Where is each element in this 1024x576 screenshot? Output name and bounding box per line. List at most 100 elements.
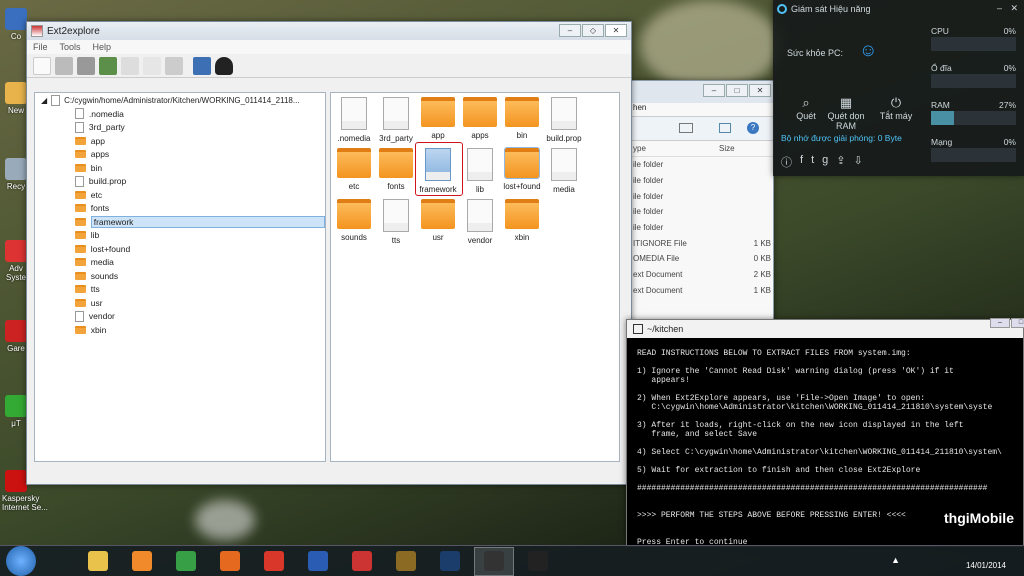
new-file-icon[interactable] xyxy=(33,57,51,75)
view-options-icon[interactable] xyxy=(679,123,693,133)
twitter-icon[interactable]: t xyxy=(811,154,814,170)
tree-item-sounds[interactable]: sounds xyxy=(35,269,325,283)
file-explorer-window[interactable]: – □ ✕ hen ? ype Size ile folder ile folde… xyxy=(630,80,774,322)
tree-item-3rdparty[interactable]: 3rd_party xyxy=(35,121,325,135)
file-item[interactable]: etc xyxy=(333,146,375,197)
table-row[interactable]: ile folder xyxy=(631,173,773,189)
properties-icon[interactable] xyxy=(193,57,211,75)
tree-item-tts[interactable]: tts xyxy=(35,283,325,297)
explorer-address-bar[interactable]: hen xyxy=(631,103,773,117)
tree-item-etc[interactable]: etc xyxy=(35,188,325,202)
table-row[interactable]: ile folder xyxy=(631,157,773,173)
terminal-titlebar[interactable]: ~/kitchen xyxy=(627,320,1023,338)
close-button[interactable]: ✕ xyxy=(749,84,771,97)
ext2explore-titlebar[interactable]: Ext2explore – ◇ ✕ xyxy=(27,22,631,40)
file-item[interactable]: 3rd_party xyxy=(375,95,417,146)
taskbar-app[interactable] xyxy=(518,547,558,576)
table-row[interactable]: ile folder xyxy=(631,188,773,204)
file-item[interactable]: .nomedia xyxy=(333,95,375,146)
taskbar-app[interactable] xyxy=(122,547,162,576)
tree-item-vendor[interactable]: vendor xyxy=(35,310,325,324)
tree-item-fonts[interactable]: fonts xyxy=(35,202,325,216)
tree-item-media[interactable]: media xyxy=(35,256,325,270)
tree-item-nomedia[interactable]: .nomedia xyxy=(35,107,325,121)
file-item[interactable]: lib xyxy=(459,146,501,197)
file-item[interactable]: media xyxy=(543,146,585,197)
file-item[interactable]: xbin xyxy=(501,197,543,248)
type-column-header[interactable]: ype xyxy=(633,144,719,153)
ext2explore-window[interactable]: Ext2explore – ◇ ✕ File Tools Help ◢ C:/cyg… xyxy=(26,21,632,485)
tree-item-buildprop[interactable]: build.prop xyxy=(35,175,325,189)
taskbar-app[interactable] xyxy=(474,546,514,576)
system-date[interactable]: 14/01/2014 xyxy=(966,561,1006,570)
file-item[interactable]: bin xyxy=(501,95,543,146)
file-item[interactable]: framework xyxy=(415,142,463,197)
tree-item-app[interactable]: app xyxy=(35,134,325,148)
copy-icon[interactable] xyxy=(143,57,161,75)
close-button[interactable]: ✕ xyxy=(605,24,627,37)
minimize-button[interactable]: – xyxy=(703,84,725,97)
file-item[interactable]: fonts xyxy=(375,146,417,197)
table-row[interactable]: ITIGNORE File 1 KB xyxy=(631,235,773,251)
taskbar-app[interactable] xyxy=(342,547,382,576)
help-icon[interactable]: ? xyxy=(747,122,759,134)
tree-item-xbin[interactable]: xbin xyxy=(35,323,325,337)
taskbar-app[interactable] xyxy=(166,547,206,576)
table-row[interactable]: ile folder xyxy=(631,204,773,220)
tree-item-framework[interactable]: framework xyxy=(35,215,325,229)
linux-tux-icon[interactable] xyxy=(215,57,233,75)
taskbar-app[interactable] xyxy=(430,547,470,576)
tree-item-lib[interactable]: lib xyxy=(35,229,325,243)
tree-item-apps[interactable]: apps xyxy=(35,148,325,162)
tree-root[interactable]: ◢ C:/cygwin/home/Administrator/Kitchen/W… xyxy=(35,93,325,107)
menu-help[interactable]: Help xyxy=(93,42,112,52)
size-column-header[interactable]: Size xyxy=(719,144,735,153)
perf-action-2[interactable]: ⏻ Tắt máy xyxy=(873,95,919,121)
open-disk-icon[interactable] xyxy=(55,57,73,75)
file-item[interactable]: sounds xyxy=(333,197,375,248)
taskbar-app[interactable] xyxy=(298,547,338,576)
google-plus-icon[interactable]: g xyxy=(822,154,828,170)
expand-arrow-icon[interactable]: ◢ xyxy=(41,96,47,105)
minimize-button[interactable]: – xyxy=(559,24,581,37)
minimize-icon[interactable]: – xyxy=(997,3,1002,13)
folder-tree-pane[interactable]: ◢ C:/cygwin/home/Administrator/Kitchen/W… xyxy=(34,92,326,462)
maximize-button[interactable]: ◇ xyxy=(582,24,604,37)
database-icon[interactable] xyxy=(77,57,95,75)
file-view-pane[interactable]: .nomedia 3rd_party app apps bin build.prop etc… xyxy=(330,92,620,462)
file-item[interactable]: build.prop xyxy=(543,95,585,146)
cut-icon[interactable] xyxy=(121,57,139,75)
file-item[interactable]: vendor xyxy=(459,197,501,248)
minimize-button[interactable]: – xyxy=(990,318,1010,328)
taskbar-app[interactable] xyxy=(78,547,118,576)
taskbar-app[interactable] xyxy=(210,547,250,576)
preview-pane-icon[interactable] xyxy=(719,123,731,133)
show-hidden-icons-icon[interactable]: ▲ xyxy=(891,555,900,565)
paste-icon[interactable] xyxy=(165,57,183,75)
taskbar-app[interactable] xyxy=(254,547,294,576)
tree-item-bin[interactable]: bin xyxy=(35,161,325,175)
taskbar-app[interactable] xyxy=(386,547,426,576)
table-row[interactable]: ext Document 2 KB xyxy=(631,267,773,283)
info-icon[interactable]: ⓘ xyxy=(781,154,792,170)
file-item[interactable]: usr xyxy=(417,197,459,248)
facebook-icon[interactable]: f xyxy=(800,154,803,170)
perf-action-1[interactable]: ▦ Quét dọn RAM xyxy=(823,95,869,131)
start-button[interactable] xyxy=(6,546,36,576)
file-item[interactable]: app xyxy=(417,95,459,146)
close-icon[interactable]: ✕ xyxy=(1010,3,1018,14)
maximize-button[interactable]: □ xyxy=(726,84,748,97)
download-icon[interactable]: ⇩ xyxy=(853,154,862,170)
file-item[interactable]: tts xyxy=(375,197,417,248)
maximize-button[interactable]: □ xyxy=(1011,318,1024,328)
tree-item-usr[interactable]: usr xyxy=(35,296,325,310)
upload-icon[interactable]: ⇪ xyxy=(836,154,845,170)
file-item[interactable]: apps xyxy=(459,95,501,146)
menu-file[interactable]: File xyxy=(33,42,48,52)
table-row[interactable]: OMEDIA File 0 KB xyxy=(631,251,773,267)
table-row[interactable]: ext Document 1 KB xyxy=(631,283,773,299)
menu-tools[interactable]: Tools xyxy=(60,42,81,52)
save-icon[interactable] xyxy=(99,57,117,75)
explorer-titlebar[interactable]: – □ ✕ xyxy=(631,81,773,103)
table-row[interactable]: ile folder xyxy=(631,220,773,236)
